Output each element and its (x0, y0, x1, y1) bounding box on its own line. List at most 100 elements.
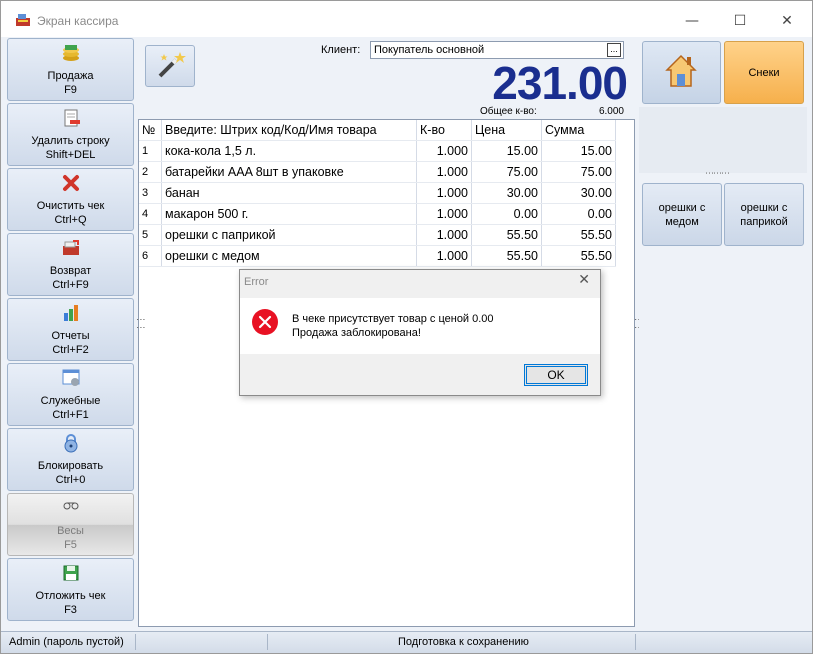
postpone-receipt-shortcut: F3 (64, 604, 77, 616)
row-price: 30.00 (471, 182, 542, 204)
service-shortcut: Ctrl+F1 (52, 409, 89, 421)
service-button[interactable]: Служебные Ctrl+F1 (7, 363, 134, 426)
status-bar: Admin (пароль пустой) Подготовка к сохра… (1, 631, 812, 653)
padlock-icon (64, 434, 77, 453)
table-row[interactable]: 1 кока-кола 1,5 л. 1.000 15.00 15.00 (139, 140, 616, 162)
category-snacks-button[interactable]: Снеки (724, 41, 804, 104)
service-label: Служебные (40, 395, 101, 407)
return-shortcut: Ctrl+F9 (52, 279, 89, 291)
title-bar: Экран кассира — ☐ ✕ (1, 1, 812, 37)
home-button[interactable] (642, 41, 721, 104)
magic-wand-button[interactable] (145, 45, 195, 87)
reports-button[interactable]: Отчеты Ctrl+F2 (7, 298, 134, 361)
scales-shortcut: F5 (64, 539, 77, 551)
floppy-disk-icon (63, 565, 78, 581)
row-qty: 1.000 (416, 224, 472, 246)
table-row[interactable]: 2 батарейки AAA 8шт в упаковке 1.000 75.… (139, 161, 616, 183)
close-window-button[interactable]: ✕ (772, 9, 802, 33)
cash-register-icon (16, 14, 30, 26)
home-icon (665, 54, 697, 87)
dialog-message-line1: В чеке присутствует товар с ценой 0.00 (292, 313, 494, 325)
row-number: 1 (139, 140, 162, 162)
lock-label: Блокировать (37, 460, 104, 472)
row-qty: 1.000 (416, 161, 472, 183)
row-qty: 1.000 (416, 203, 472, 225)
header-product-input[interactable]: Введите: Штрих код/Код/Имя товара (161, 120, 417, 141)
sale-label: Продажа (47, 70, 94, 82)
delete-row-label: Удалить строку (31, 135, 110, 147)
table-header-row: № Введите: Штрих код/Код/Имя товара К-во… (139, 120, 616, 141)
client-select-button[interactable]: ... (607, 43, 621, 57)
clear-receipt-shortcut: Ctrl+Q (54, 214, 87, 226)
client-label: Клиент: (321, 44, 361, 56)
header-number: № (139, 120, 162, 141)
error-icon (252, 309, 278, 335)
dialog-body: В чеке присутствует товар с ценой 0.00 П… (240, 298, 600, 354)
return-icon (62, 240, 79, 255)
row-price: 75.00 (471, 161, 542, 183)
dialog-message-line2: Продажа заблокирована! (292, 327, 421, 339)
status-message: Подготовка к сохранению (398, 636, 529, 648)
minimize-button[interactable]: — (677, 9, 707, 33)
row-number: 3 (139, 182, 162, 204)
table-row[interactable]: 5 орешки с паприкой 1.000 55.50 55.50 (139, 224, 616, 246)
header-qty: К-во (416, 120, 472, 141)
header-price: Цена (471, 120, 542, 141)
left-splitter-grip[interactable]: ⋮⋮ (135, 315, 145, 331)
dialog-close-button[interactable]: ✕ (578, 272, 590, 288)
dialog-title: Error (244, 276, 269, 288)
coins-icon (62, 45, 79, 61)
clear-receipt-label: Очистить чек (36, 200, 105, 212)
status-divider (635, 634, 636, 650)
scales-label: Весы (57, 525, 84, 537)
row-price: 0.00 (471, 203, 542, 225)
dialog-ok-button[interactable]: OK (524, 364, 588, 386)
product-honey-nuts-button[interactable]: орешки с медом (642, 183, 722, 246)
scales-icon (63, 502, 78, 510)
window-title: Экран кассира (37, 14, 119, 28)
table-row[interactable]: 4 макарон 500 г. 1.000 0.00 0.00 (139, 203, 616, 225)
table-row[interactable]: 6 орешки с медом 1.000 55.50 55.50 (139, 245, 616, 267)
delete-row-shortcut: Shift+DEL (45, 149, 96, 161)
sale-button[interactable]: Продажа F9 (7, 38, 134, 101)
postpone-receipt-button[interactable]: Отложить чек F3 (7, 558, 134, 621)
row-number: 2 (139, 161, 162, 183)
scales-button[interactable]: Весы F5 (7, 493, 134, 556)
error-dialog: Error ✕ В чеке присутствует товар с цено… (239, 269, 601, 396)
row-sum: 55.50 (541, 224, 616, 246)
row-product: кока-кола 1,5 л. (161, 140, 417, 162)
row-sum: 75.00 (541, 161, 616, 183)
row-number: 4 (139, 203, 162, 225)
magic-wand-icon (158, 52, 186, 78)
maximize-button[interactable]: ☐ (725, 9, 755, 33)
return-label: Возврат (49, 265, 92, 277)
total-amount: 231.00 (492, 57, 628, 109)
row-sum: 55.50 (541, 245, 616, 267)
row-product: банан (161, 182, 417, 204)
row-sum: 15.00 (541, 140, 616, 162)
row-product: орешки с медом (161, 245, 417, 267)
row-qty: 1.000 (416, 245, 472, 267)
lock-button[interactable]: Блокировать Ctrl+0 (7, 428, 134, 491)
postpone-receipt-label: Отложить чек (35, 590, 106, 602)
status-divider (267, 634, 268, 650)
cashier-window: Экран кассира — ☐ ✕ Продажа F9 Удалить ст… (0, 0, 813, 654)
return-button[interactable]: Возврат Ctrl+F9 (7, 233, 134, 296)
delete-row-button[interactable]: Удалить строку Shift+DEL (7, 103, 134, 166)
status-user: Admin (пароль пустой) (9, 636, 124, 648)
bar-chart-icon (63, 305, 78, 321)
row-price: 15.00 (471, 140, 542, 162)
sale-shortcut: F9 (64, 84, 77, 96)
category-area (639, 107, 807, 173)
row-sum: 30.00 (541, 182, 616, 204)
table-row[interactable]: 3 банан 1.000 30.00 30.00 (139, 182, 616, 204)
row-number: 6 (139, 245, 162, 267)
status-divider (135, 634, 136, 650)
clear-receipt-button[interactable]: Очистить чек Ctrl+Q (7, 168, 134, 231)
row-qty: 1.000 (416, 140, 472, 162)
row-price: 55.50 (471, 245, 542, 267)
product-paprika-nuts-button[interactable]: орешки с паприкой (724, 183, 804, 246)
service-window-icon (62, 369, 79, 386)
total-qty-label: Общее к-во: (480, 106, 537, 117)
reports-shortcut: Ctrl+F2 (52, 344, 89, 356)
